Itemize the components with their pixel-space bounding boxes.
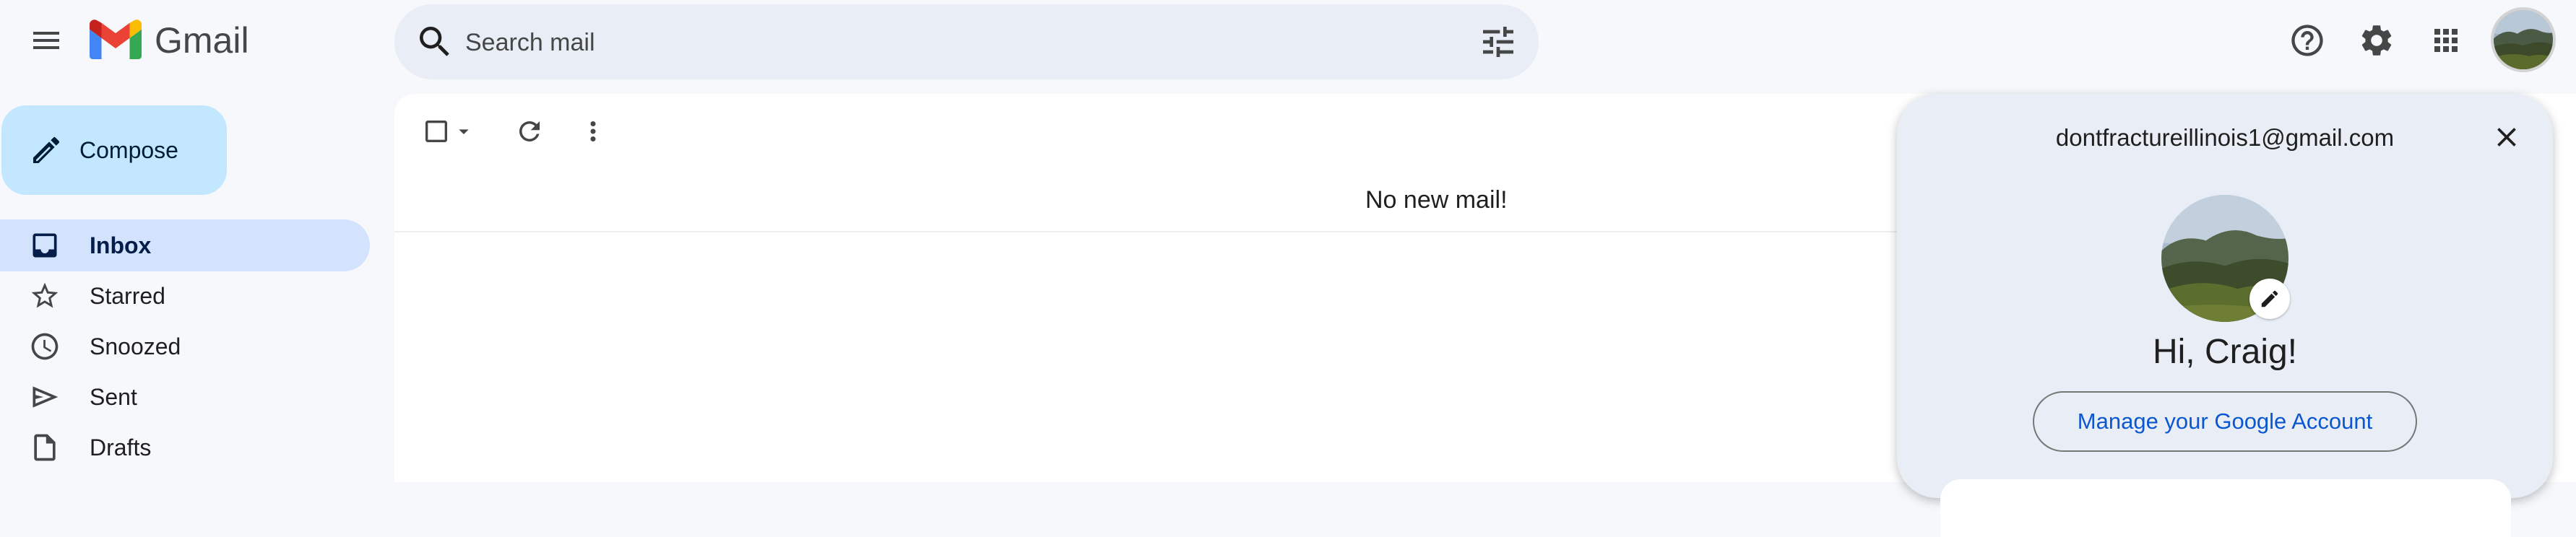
- inbox-icon: [29, 230, 61, 261]
- sidebar-item-sent[interactable]: Sent: [0, 371, 370, 423]
- google-apps-button[interactable]: [2417, 12, 2475, 69]
- close-popup-button[interactable]: [2485, 115, 2528, 159]
- help-button[interactable]: [2278, 12, 2336, 69]
- close-icon: [2491, 121, 2523, 153]
- account-popup: dontfractureillinois1@gmail.com Hi, Crai…: [1897, 94, 2553, 537]
- gmail-logo[interactable]: [90, 19, 142, 61]
- more-options-button[interactable]: [578, 111, 608, 152]
- refresh-icon: [514, 116, 545, 147]
- gmail-wordmark: Gmail: [155, 20, 249, 61]
- compose-button[interactable]: Compose: [1, 105, 227, 195]
- gear-icon: [2358, 22, 2395, 59]
- select-all-dropdown[interactable]: [422, 111, 475, 152]
- edit-photo-button[interactable]: [2249, 279, 2290, 319]
- sidebar-item-drafts[interactable]: Drafts: [0, 422, 370, 473]
- sidebar-item-starred[interactable]: Starred: [0, 270, 370, 322]
- sidebar-item-label: Starred: [90, 282, 165, 309]
- pencil-icon: [29, 133, 64, 167]
- empty-inbox-message: No new mail!: [1365, 186, 1508, 214]
- sidebar-item-inbox[interactable]: Inbox: [0, 219, 370, 271]
- sidebar-item-label: Drafts: [90, 434, 152, 460]
- avatar: [2494, 10, 2553, 69]
- manage-account-button[interactable]: Manage your Google Account: [2033, 391, 2417, 452]
- sidebar-item-label: Inbox: [90, 232, 152, 258]
- account-list-card: [1940, 479, 2511, 537]
- search-bar[interactable]: [394, 4, 1539, 79]
- caret-down-icon[interactable]: [452, 120, 475, 143]
- main-menu-button[interactable]: [16, 10, 77, 71]
- refresh-button[interactable]: [514, 111, 545, 152]
- search-icon[interactable]: [415, 22, 455, 62]
- account-avatar-button[interactable]: [2491, 7, 2556, 72]
- menu-icon: [29, 23, 64, 58]
- sidebar-item-snoozed[interactable]: Snoozed: [0, 320, 370, 372]
- checkbox-icon[interactable]: [422, 117, 451, 146]
- compose-label: Compose: [79, 136, 178, 163]
- search-input[interactable]: [464, 19, 1406, 66]
- apps-grid-icon: [2429, 23, 2463, 58]
- account-greeting: Hi, Craig!: [2152, 333, 2298, 371]
- tune-icon[interactable]: [1478, 22, 1518, 62]
- pencil-icon: [2259, 288, 2281, 310]
- help-icon: [2288, 22, 2326, 59]
- draft-icon: [29, 432, 61, 463]
- clock-icon: [29, 331, 61, 362]
- sidebar-item-label: Sent: [90, 383, 137, 410]
- star-icon: [29, 280, 61, 312]
- sidebar-item-label: Snoozed: [90, 333, 181, 359]
- settings-button[interactable]: [2348, 12, 2406, 69]
- send-icon: [29, 381, 61, 413]
- more-vert-icon: [578, 116, 608, 147]
- account-email: dontfractureillinois1@gmail.com: [2055, 124, 2395, 151]
